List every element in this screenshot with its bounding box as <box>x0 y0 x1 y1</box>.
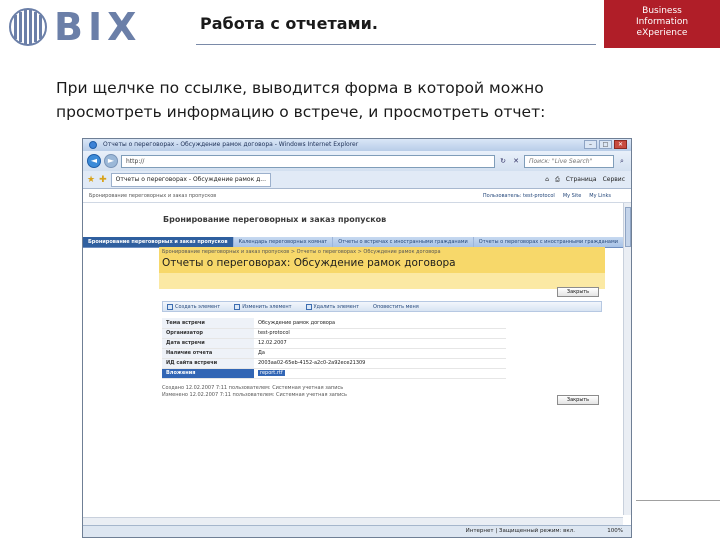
field-row: Дата встречи 12.02.2007 <box>162 338 506 349</box>
page-menu[interactable]: Страница <box>566 174 597 186</box>
brand-box: Business Information eXperience <box>604 0 720 48</box>
user-menu[interactable]: Пользователь: test-protocol <box>483 189 555 203</box>
ie-icon <box>89 141 97 149</box>
browser-window: Отчеты о переговорах - Обсуждение рамок … <box>82 138 632 538</box>
item-view: Бронирование переговорных и заказ пропус… <box>159 247 605 517</box>
field-value: Да <box>254 348 506 359</box>
user-links: Пользователь: test-protocol My Site My L… <box>483 189 611 203</box>
back-button[interactable]: ◄ <box>87 154 101 168</box>
window-controls: – □ ✕ <box>584 140 627 149</box>
search-icon[interactable]: ⌕ <box>617 156 627 166</box>
field-label: Тема встречи <box>162 318 254 329</box>
field-label: Организатор <box>162 328 254 339</box>
favorites-star-icon[interactable]: ★ <box>87 175 95 185</box>
search-input[interactable] <box>524 154 614 168</box>
field-row: Тема встречи Обсуждение рамок договора <box>162 318 506 329</box>
breadcrumb[interactable]: Бронирование переговорных и заказ пропус… <box>159 247 605 255</box>
alert-me-button[interactable]: Оповестить меня <box>373 302 419 311</box>
nav-tab-booking[interactable]: Бронирование переговорных и заказ пропус… <box>83 237 234 247</box>
window-title: Отчеты о переговорах - Обсуждение рамок … <box>103 141 359 148</box>
item-audit-info: Создано 12.02.2007 7:11 пользователем: С… <box>162 385 602 399</box>
intro-line: При щелчке по ссылке, выводится форма в … <box>56 79 544 97</box>
close-window-button[interactable]: ✕ <box>614 140 627 149</box>
field-value: 12.02.2007 <box>254 338 506 349</box>
site-header: Бронирование переговорных и заказ пропус… <box>83 203 631 237</box>
close-button-bottom[interactable]: Закрыть <box>557 395 599 405</box>
forward-button[interactable]: ► <box>104 154 118 168</box>
brand-line: Business <box>642 6 682 16</box>
field-value: Обсуждение рамок договора <box>254 318 506 329</box>
field-row: Наличие отчета Да <box>162 348 506 359</box>
field-label: Наличие отчета <box>162 348 254 359</box>
print-icon[interactable]: ⎙ <box>555 174 560 186</box>
command-bar: ⌂ ⎙ Страница Сервис <box>545 174 625 186</box>
field-label: ИД сайта встречи <box>162 358 254 369</box>
delete-item-button[interactable]: Удалить элемент <box>305 302 360 311</box>
stop-icon[interactable]: ✕ <box>511 156 521 166</box>
my-links-link[interactable]: My Links <box>589 189 611 203</box>
close-button[interactable]: Закрыть <box>557 287 599 297</box>
alert-me-label: Оповестить меня <box>373 303 419 310</box>
edit-item-button[interactable]: Изменить элемент <box>234 302 292 311</box>
nav-tab-meeting-reports[interactable]: Отчеты о встречах с иностранными граждан… <box>333 237 474 247</box>
brand-line: Information <box>635 17 689 27</box>
tools-menu[interactable]: Сервис <box>603 174 625 186</box>
field-label: Вложения <box>162 368 254 379</box>
intro-line: просмотреть информацию о встрече, и прос… <box>56 103 546 121</box>
edit-item-label: Изменить элемент <box>242 303 292 310</box>
field-row: ИД сайта встречи 2003aa02-65eb-4152-a2c0… <box>162 358 506 369</box>
horizontal-scrollbar[interactable] <box>83 517 623 525</box>
nav-tab-negotiation-reports[interactable]: Отчеты о переговорах с иностранными граж… <box>474 237 624 247</box>
attachments-row: Вложения report.rtf <box>162 368 506 379</box>
edit-item-icon <box>234 303 241 310</box>
footer-divider <box>636 500 720 501</box>
minimize-button[interactable]: – <box>584 140 597 149</box>
attachment-cell: report.rtf <box>254 368 506 379</box>
intro-text: При щелчке по ссылке, выводится форма в … <box>56 76 676 124</box>
globe-icon <box>9 8 47 46</box>
title-divider <box>196 44 596 45</box>
my-site-link[interactable]: My Site <box>563 189 581 203</box>
field-label: Дата встречи <box>162 338 254 349</box>
page-title: Отчеты о переговорах: Обсуждение рамок д… <box>159 255 605 273</box>
address-bar[interactable] <box>121 154 495 168</box>
add-favorites-icon[interactable]: ✚ <box>99 175 107 185</box>
browser-title-bar: Отчеты о переговорах - Обсуждение рамок … <box>83 139 631 151</box>
security-zone: Интернет | Защищенный режим: вкл. <box>465 528 575 534</box>
address-row: ◄ ► ↻ ✕ ⌕ <box>83 151 631 171</box>
site-title[interactable]: Бронирование переговорных и заказ пропус… <box>163 215 386 224</box>
field-value: test-protocol <box>254 328 506 339</box>
tab-current[interactable]: Отчеты о переговорах - Обсуждение рамок … <box>110 172 271 187</box>
tabs-row: ★ ✚ Отчеты о переговорах - Обсуждение ра… <box>83 171 631 189</box>
status-bar: Интернет | Защищенный режим: вкл. 100% <box>83 525 631 537</box>
sharepoint-top-bar: Бронирование переговорных и заказ пропус… <box>83 189 631 203</box>
created-info: Создано 12.02.2007 7:11 пользователем: С… <box>162 384 344 391</box>
field-row: Организатор test-protocol <box>162 328 506 339</box>
modified-info: Изменено 12.02.2007 7:11 пользователем: … <box>162 391 347 398</box>
brand-line: eXperience <box>636 28 688 38</box>
new-item-button[interactable]: Создать элемент <box>167 302 220 311</box>
delete-item-label: Удалить элемент <box>313 303 360 310</box>
scrollbar-thumb[interactable] <box>625 207 631 247</box>
attachment-link[interactable]: report.rtf <box>258 370 285 376</box>
zoom-level[interactable]: 100% <box>607 526 623 537</box>
title-band <box>159 273 605 289</box>
logo-text: BIX <box>54 5 142 49</box>
maximize-button[interactable]: □ <box>599 140 612 149</box>
new-item-label: Создать элемент <box>175 303 221 310</box>
nav-tab-calendar[interactable]: Календарь переговорных комнат <box>234 237 334 247</box>
new-item-icon <box>167 303 173 310</box>
home-icon[interactable]: ⌂ <box>545 174 549 186</box>
field-value: 2003aa02-65eb-4152-a2c0-2a92ece21309 <box>254 358 506 369</box>
item-toolbar: Создать элемент Изменить элемент Удалить… <box>162 301 602 312</box>
site-path: Бронирование переговорных и заказ пропус… <box>89 192 217 199</box>
item-fields: Тема встречи Обсуждение рамок договора О… <box>162 318 506 379</box>
refresh-icon[interactable]: ↻ <box>498 156 508 166</box>
bix-logo: BIX <box>8 6 158 48</box>
slide-title: Работа с отчетами. <box>200 14 378 33</box>
delete-icon <box>305 303 312 310</box>
vertical-scrollbar[interactable] <box>623 203 631 515</box>
